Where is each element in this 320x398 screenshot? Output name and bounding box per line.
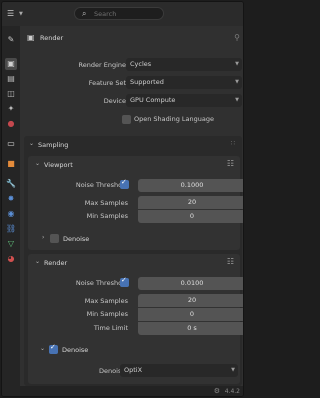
device-label: Device <box>103 97 126 105</box>
chevron-down-icon[interactable]: ⌄ <box>40 345 45 352</box>
render-max-samples-field[interactable]: 20 <box>138 294 243 307</box>
viewport-subpanel: ⌄ Viewport ☷ Noise Threshold 0.1000 Max … <box>28 156 243 250</box>
viewport-min-samples-field[interactable]: 0 <box>138 210 243 223</box>
search-input[interactable]: ⌕ Search <box>74 7 164 20</box>
status-bar: ⚙ 4.4.2 <box>20 386 243 396</box>
render-max-samples-label: Max Samples <box>84 297 128 305</box>
chevron-down-icon: ▼ <box>235 61 239 67</box>
chevron-right-icon[interactable]: › <box>42 234 44 241</box>
object-tab-icon[interactable]: ■ <box>5 158 17 170</box>
preset-list-icon[interactable]: ☷ <box>227 159 234 168</box>
denoiser-dropdown[interactable]: OptiX ▼ <box>120 364 238 377</box>
render-time-limit-label: Time Limit <box>93 324 128 332</box>
denoiser-value: OptiX <box>124 366 143 374</box>
search-placeholder: Search <box>94 10 117 18</box>
world-tab-icon[interactable]: ● <box>5 118 17 130</box>
feature-set-dropdown[interactable]: Supported ▼ <box>126 76 242 89</box>
render-engine-dropdown[interactable]: Cycles ▼ <box>126 58 242 71</box>
viewport-subpanel-title[interactable]: Viewport <box>44 161 73 169</box>
render-icon: ▣ <box>27 33 35 42</box>
constraints-tab-icon[interactable]: ⛓ <box>5 223 17 235</box>
render-engine-label: Render Engine <box>78 61 126 69</box>
viewport-max-samples-field[interactable]: 20 <box>138 196 243 209</box>
render-time-limit-field[interactable]: 0 s <box>138 322 243 335</box>
viewport-noise-threshold-field[interactable]: 0.1000 <box>138 179 243 192</box>
preset-list-icon[interactable]: ☷ <box>227 257 234 266</box>
sampling-panel-title[interactable]: Sampling <box>38 141 68 149</box>
render-min-samples-label: Min Samples <box>86 310 128 318</box>
properties-content: ▣ Render ⚲ Render Engine Cycles ▼ Featur… <box>22 26 243 386</box>
chevron-down-icon: ▼ <box>19 11 23 17</box>
render-engine-value: Cycles <box>130 60 152 68</box>
render-subpanel-title[interactable]: Render <box>44 259 67 267</box>
search-icon: ⌕ <box>82 9 87 18</box>
view-layer-tab-icon[interactable]: ◫ <box>5 88 17 100</box>
render-subpanel: ⌄ Render ☷ Noise Threshold 0.0100 Max Sa… <box>28 254 243 384</box>
viewport-noise-threshold-checkbox[interactable] <box>120 178 129 189</box>
properties-editor: ☰ ▼ ⌕ Search ✎ ▣ ▤ ◫ ✦ ● ▭ ■ 🔧 ✸ ◉ ⛓ ▽ ◕ ▣ Render ⚲ R… <box>1 1 244 397</box>
modifier-tab-icon[interactable]: 🔧 <box>5 178 17 190</box>
render-noise-threshold-field[interactable]: 0.0100 <box>138 277 243 290</box>
properties-icon: ☰ <box>7 9 15 18</box>
chevron-down-icon: ▼ <box>231 367 235 373</box>
properties-tabs: ✎ ▣ ▤ ◫ ✦ ● ▭ ■ 🔧 ✸ ◉ ⛓ ▽ ◕ <box>2 26 20 396</box>
render-denoise-checkbox[interactable] <box>49 343 58 354</box>
device-dropdown[interactable]: GPU Compute ▼ <box>126 94 242 107</box>
page-title: Render <box>40 34 64 42</box>
render-denoise-label[interactable]: Denoise <box>62 346 88 354</box>
chevron-down-icon: ▼ <box>235 79 239 85</box>
material-tab-icon[interactable]: ◕ <box>5 253 17 265</box>
context-title: ▣ Render ⚲ <box>22 32 243 46</box>
scene-tab-icon[interactable]: ✦ <box>5 103 17 115</box>
render-noise-threshold-checkbox[interactable] <box>120 276 129 287</box>
feature-set-label: Feature Set <box>88 79 126 87</box>
particles-tab-icon[interactable]: ✸ <box>5 193 17 205</box>
editor-header: ☰ ▼ ⌕ Search <box>2 2 243 26</box>
chevron-down-icon[interactable]: ⌄ <box>29 140 34 147</box>
output-tab-icon[interactable]: ▤ <box>5 73 17 85</box>
chevron-down-icon[interactable]: ⌄ <box>35 258 40 265</box>
device-value: GPU Compute <box>130 96 176 104</box>
tool-tab-icon[interactable]: ✎ <box>5 34 17 46</box>
collection-tab-icon[interactable]: ▭ <box>5 138 17 150</box>
drag-handle-icon[interactable]: ∷ <box>231 139 236 147</box>
version-label: 4.4.2 <box>224 388 240 395</box>
feature-set-value: Supported <box>130 78 164 86</box>
render-tab-icon[interactable]: ▣ <box>5 58 17 70</box>
chevron-down-icon[interactable]: ⌄ <box>35 160 40 167</box>
viewport-min-samples-label: Min Samples <box>86 212 128 220</box>
data-tab-icon[interactable]: ▽ <box>5 238 17 250</box>
osl-label: Open Shading Language <box>134 115 214 123</box>
sampling-panel: ⌄ Sampling ∷ ⌄ Viewport ☷ Noise Threshol… <box>24 136 243 386</box>
osl-checkbox[interactable] <box>122 115 131 124</box>
render-min-samples-field[interactable]: 0 <box>138 308 243 321</box>
gpu-icon: ⚙ <box>213 387 220 395</box>
pin-icon[interactable]: ⚲ <box>234 33 240 42</box>
physics-tab-icon[interactable]: ◉ <box>5 208 17 220</box>
viewport-denoise-checkbox[interactable] <box>50 234 59 243</box>
chevron-down-icon: ▼ <box>235 97 239 103</box>
editor-type-button[interactable]: ☰ ▼ <box>7 9 23 19</box>
viewport-denoise-label[interactable]: Denoise <box>63 235 89 243</box>
viewport-max-samples-label: Max Samples <box>84 199 128 207</box>
